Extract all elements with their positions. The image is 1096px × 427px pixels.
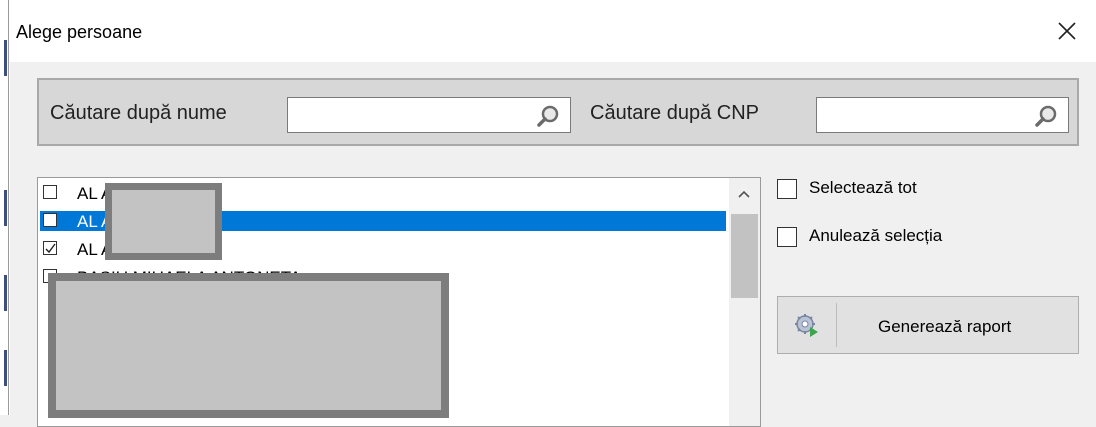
edge-mark	[4, 350, 7, 386]
search-cnp-input[interactable]	[821, 102, 1026, 130]
clear-selection-checkbox[interactable]	[777, 227, 797, 247]
scroll-up-button[interactable]	[729, 180, 760, 208]
row-checkbox[interactable]	[43, 213, 57, 227]
search-name-field[interactable]	[287, 97, 571, 133]
edge-mark	[4, 190, 7, 226]
search-cnp-field[interactable]	[816, 97, 1069, 133]
select-all-label: Selectează tot	[809, 178, 917, 197]
row-checkbox-checked[interactable]	[43, 241, 57, 255]
edge-mark	[4, 275, 7, 311]
checkmark-icon	[45, 243, 56, 254]
magnifier-icon[interactable]	[1034, 104, 1058, 128]
search-cnp-label: Căutare după CNP	[590, 102, 759, 124]
chevron-up-icon	[738, 190, 750, 198]
select-all-checkbox[interactable]	[777, 179, 797, 199]
gear-play-icon	[795, 314, 818, 337]
scroll-thumb[interactable]	[731, 214, 758, 298]
search-name-label: Căutare după nume	[50, 102, 227, 124]
button-separator	[836, 303, 837, 347]
generate-report-button[interactable]: Generează raport	[777, 296, 1079, 354]
window-title: Alege persoane	[16, 22, 143, 42]
title-bar: Alege persoane	[10, 0, 1096, 62]
list-scrollbar[interactable]	[729, 178, 760, 426]
search-name-input[interactable]	[292, 102, 528, 130]
close-icon	[1058, 22, 1076, 40]
close-button[interactable]	[1036, 6, 1096, 56]
clear-selection-label: Anulează selecția	[809, 226, 943, 245]
generate-report-label: Generează raport	[878, 317, 1012, 336]
magnifier-icon[interactable]	[536, 104, 560, 128]
edge-mark	[4, 40, 7, 76]
row-checkbox[interactable]	[43, 185, 57, 199]
parent-window-edge	[0, 0, 10, 415]
redaction-box	[48, 273, 449, 418]
search-panel: Căutare după nume Căutare după CNP	[37, 78, 1079, 146]
redaction-box	[105, 183, 222, 260]
